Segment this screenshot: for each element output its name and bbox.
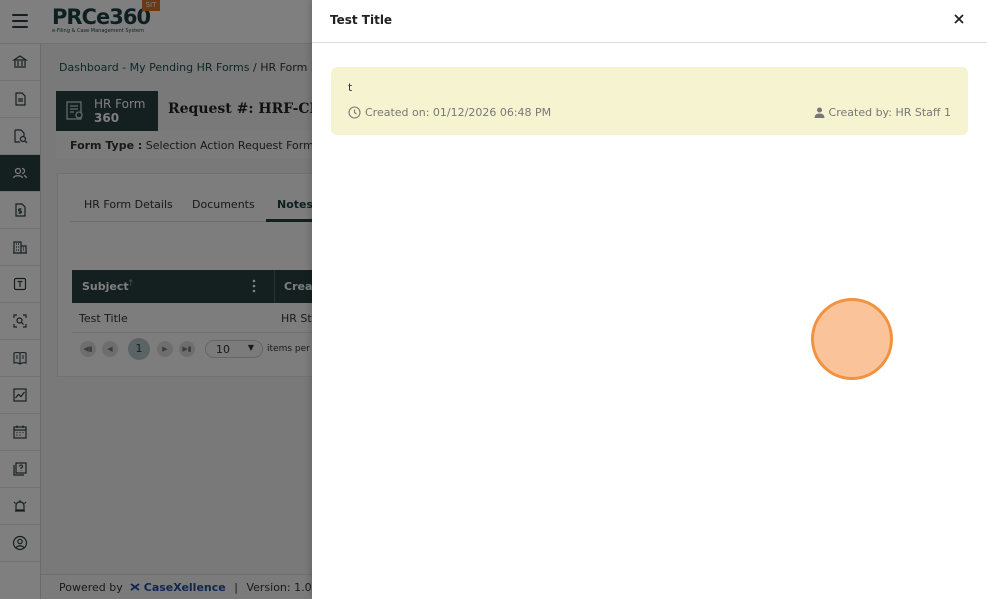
user-icon <box>814 107 825 118</box>
note-created-by: Created by: HR Staff 1 <box>814 106 951 119</box>
note-card: t Created on: 01/12/2026 06:48 PM Create… <box>331 67 968 135</box>
note-drawer: Test Title t Created on: 01/12/2026 06:4… <box>312 0 987 599</box>
note-created-on-text: Created on: 01/12/2026 06:48 PM <box>365 106 552 119</box>
close-icon[interactable] <box>952 12 966 26</box>
cursor-highlight <box>811 298 893 380</box>
note-created-on: Created on: 01/12/2026 06:48 PM <box>348 106 551 119</box>
clock-icon <box>348 106 361 119</box>
modal-backdrop[interactable] <box>0 0 312 599</box>
drawer-title: Test Title <box>330 13 393 27</box>
note-body: t <box>348 81 353 94</box>
note-created-by-text: Created by: HR Staff 1 <box>828 106 951 119</box>
drawer-header: Test Title <box>312 0 987 43</box>
